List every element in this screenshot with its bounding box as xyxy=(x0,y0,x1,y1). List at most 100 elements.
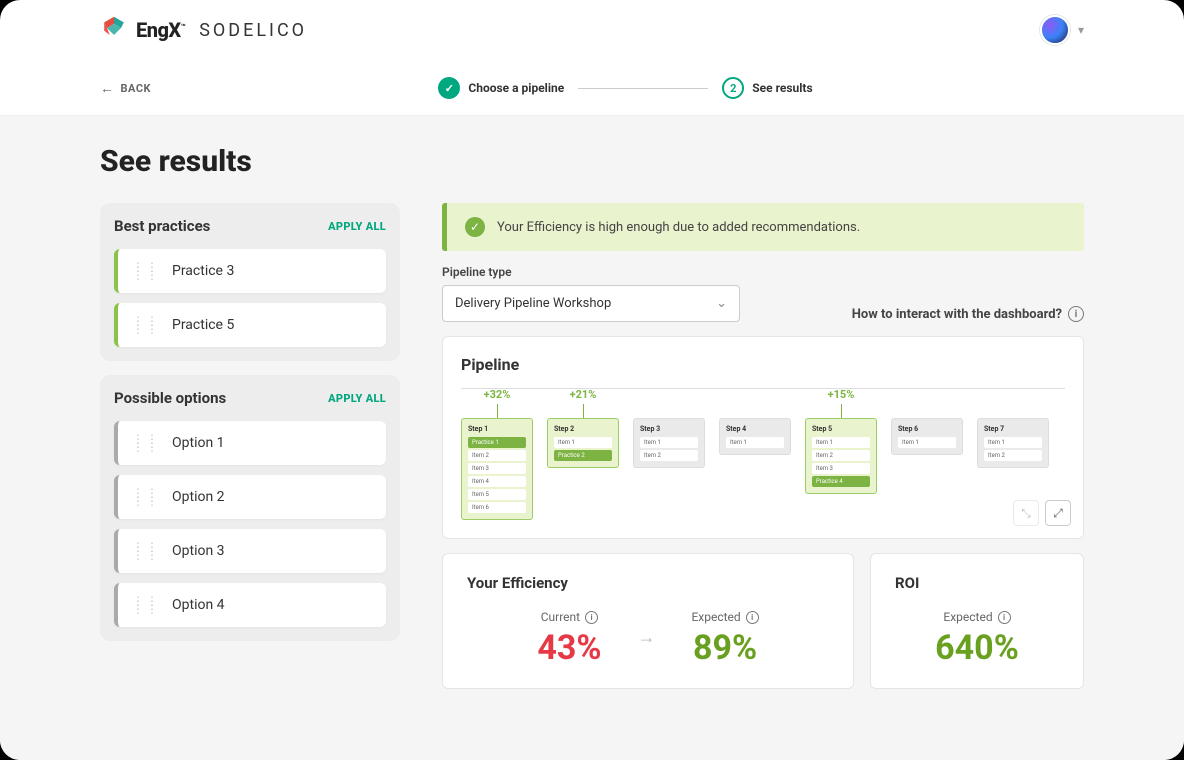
card-label: Option 3 xyxy=(172,543,225,559)
panel-title: Possible options xyxy=(114,389,226,407)
card-label: Practice 3 xyxy=(172,263,234,279)
percent-change: +15% xyxy=(828,388,855,401)
possible-options-panel: Possible options APPLY ALL ⋮⋮⋮⋮⋮⋮ Option … xyxy=(100,375,400,641)
pipeline-type-label: Pipeline type xyxy=(442,265,740,279)
step-item: Item 1 xyxy=(726,437,784,448)
zoom-out-button[interactable]: ⤡ xyxy=(1013,500,1039,526)
option-card[interactable]: ⋮⋮⋮⋮⋮⋮ Option 2 xyxy=(114,475,386,519)
card-label: Option 4 xyxy=(172,597,225,613)
check-circle-icon: ✓ xyxy=(465,217,485,237)
step-name: Step 2 xyxy=(554,425,612,433)
grip-icon[interactable]: ⋮⋮⋮⋮⋮⋮ xyxy=(132,319,160,331)
expected-label: Expectedi xyxy=(943,610,1010,624)
roi-value: 640% xyxy=(935,628,1019,668)
roi-panel: ROI Expectedi 640% xyxy=(870,553,1084,689)
pipeline-step[interactable]: Step 3 Item 1 Item 2 xyxy=(633,418,705,468)
practice-card[interactable]: ⋮⋮⋮⋮⋮⋮ Practice 5 xyxy=(114,303,386,347)
pipeline-step[interactable]: +21%Step 2Item 1Practice 2 xyxy=(547,418,619,468)
step-1[interactable]: ✓ Choose a pipeline xyxy=(438,77,564,99)
info-icon[interactable]: i xyxy=(746,611,759,624)
step-item: Item 2 xyxy=(812,450,870,461)
step-item: Item 4 xyxy=(468,476,526,487)
pipeline-panel: Pipeline +32% Step 1 Practice 1 Item 2 Item … xyxy=(442,336,1084,539)
metric-title: ROI xyxy=(895,574,1059,592)
pipeline-step[interactable]: Step 7Item 1Item 2 xyxy=(977,418,1049,468)
grip-icon[interactable]: ⋮⋮⋮⋮⋮⋮ xyxy=(132,599,160,611)
option-card[interactable]: ⋮⋮⋮⋮⋮⋮ Option 3 xyxy=(114,529,386,573)
efficiency-panel: Your Efficiency Currenti 43% → Expectedi… xyxy=(442,553,854,689)
step-item: Item 5 xyxy=(468,489,526,500)
brand-subtitle: SODELICO xyxy=(199,20,307,41)
step-connector xyxy=(578,88,708,89)
brand-name: EngX™ xyxy=(136,18,185,42)
expected-label: Expectedi xyxy=(691,610,758,624)
pipeline-type-select[interactable]: Delivery Pipeline Workshop ⌄ xyxy=(442,285,740,322)
pipeline-step[interactable]: +32%Step 1Practice 1Item 2Item 3Item 4It… xyxy=(461,418,533,520)
practice-card[interactable]: ⋮⋮⋮⋮⋮⋮ Practice 3 xyxy=(114,249,386,293)
step-item: Item 1 xyxy=(898,437,956,448)
expected-value: 89% xyxy=(691,628,758,668)
option-card[interactable]: ⋮⋮⋮⋮⋮⋮ Option 4 xyxy=(114,583,386,627)
step-item: Item 2 xyxy=(640,450,698,461)
grip-icon[interactable]: ⋮⋮⋮⋮⋮⋮ xyxy=(132,265,160,277)
card-label: Option 1 xyxy=(172,435,225,451)
step-2[interactable]: 2 See results xyxy=(722,77,812,99)
apply-all-button[interactable]: APPLY ALL xyxy=(328,220,386,233)
pipeline-step[interactable]: Step 4 Item 1 xyxy=(719,418,791,455)
arrow-left-icon: ← xyxy=(100,80,115,97)
step-name: Step 4 xyxy=(726,425,784,433)
apply-all-button[interactable]: APPLY ALL xyxy=(328,392,386,405)
step-item: Item 3 xyxy=(468,463,526,474)
logo-icon xyxy=(100,14,128,46)
check-icon: ✓ xyxy=(438,77,460,99)
step-item: Item 1 xyxy=(984,437,1042,448)
topbar: EngX™ SODELICO ▾ xyxy=(0,0,1184,61)
pipeline-step[interactable]: Step 6 Item 1 xyxy=(891,418,963,455)
arrow-right-icon: → xyxy=(637,627,655,648)
logo[interactable]: EngX™ SODELICO xyxy=(100,14,307,46)
step-item: Practice 4 xyxy=(812,476,870,487)
option-card[interactable]: ⋮⋮⋮⋮⋮⋮ Option 1 xyxy=(114,421,386,465)
metric-title: Your Efficiency xyxy=(467,574,829,592)
current-label: Currenti xyxy=(541,610,598,624)
help-link[interactable]: How to interact with the dashboard? i xyxy=(852,306,1084,322)
best-practices-panel: Best practices APPLY ALL ⋮⋮⋮⋮⋮⋮ Practice … xyxy=(100,203,400,361)
percent-change: +21% xyxy=(570,388,597,401)
step-item: Practice 1 xyxy=(468,437,526,448)
card-label: Practice 5 xyxy=(172,317,234,333)
info-icon: i xyxy=(1068,306,1084,322)
success-alert: ✓ Your Efficiency is high enough due to … xyxy=(442,203,1084,251)
panel-title: Best practices xyxy=(114,217,210,235)
back-button[interactable]: ← BACK xyxy=(100,80,151,97)
info-icon[interactable]: i xyxy=(998,611,1011,624)
chevron-down-icon: ▾ xyxy=(1078,23,1084,37)
current-value: 43% xyxy=(537,628,601,668)
avatar xyxy=(1040,15,1070,45)
step-item: Item 3 xyxy=(812,463,870,474)
step-item: Item 6 xyxy=(468,502,526,513)
pipeline-step[interactable]: +15%Step 5Item 1Item 2Item 3Practice 4 xyxy=(805,418,877,494)
step-name: Step 1 xyxy=(468,425,526,433)
pipeline-title: Pipeline xyxy=(461,355,1065,374)
step-item: Item 1 xyxy=(640,437,698,448)
back-label: BACK xyxy=(121,82,152,95)
step-name: Step 3 xyxy=(640,425,698,433)
grip-icon[interactable]: ⋮⋮⋮⋮⋮⋮ xyxy=(132,491,160,503)
step-item: Practice 2 xyxy=(554,450,612,461)
alert-text: Your Efficiency is high enough due to ad… xyxy=(497,220,860,235)
progress-steps: ✓ Choose a pipeline 2 See results xyxy=(167,77,1084,99)
user-menu[interactable]: ▾ xyxy=(1040,15,1084,45)
step-item: Item 1 xyxy=(554,437,612,448)
step-name: Step 5 xyxy=(812,425,870,433)
info-icon[interactable]: i xyxy=(585,611,598,624)
chevron-down-icon: ⌄ xyxy=(716,296,727,311)
step-item: Item 2 xyxy=(984,450,1042,461)
grip-icon[interactable]: ⋮⋮⋮⋮⋮⋮ xyxy=(132,545,160,557)
percent-change: +32% xyxy=(484,388,511,401)
card-label: Option 2 xyxy=(172,489,225,505)
grip-icon[interactable]: ⋮⋮⋮⋮⋮⋮ xyxy=(132,437,160,449)
page-title: See results xyxy=(100,144,1084,179)
step-name: Step 6 xyxy=(898,425,956,433)
step-item: Item 2 xyxy=(468,450,526,461)
zoom-in-button[interactable]: ⤢ xyxy=(1045,500,1071,526)
